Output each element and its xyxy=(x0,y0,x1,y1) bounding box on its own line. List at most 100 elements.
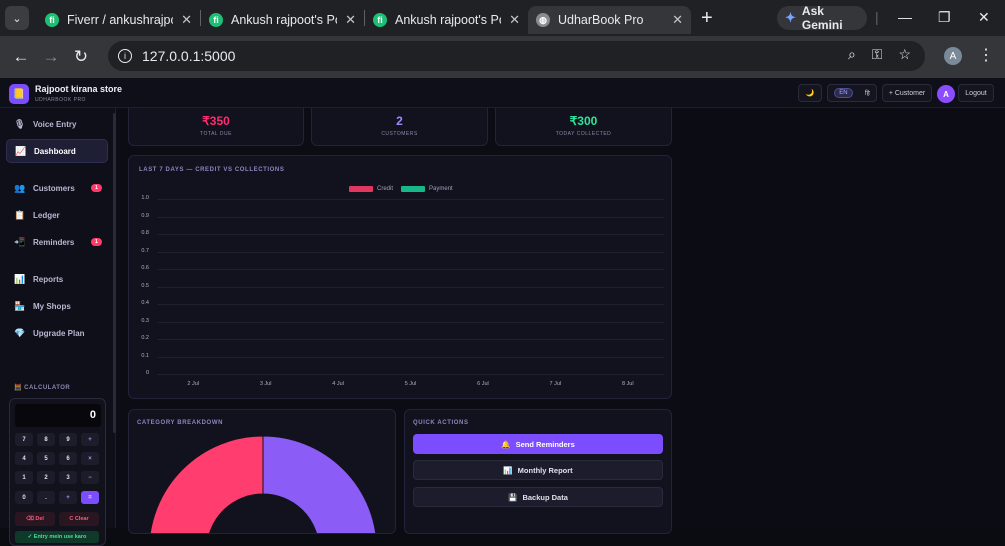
sidebar-item-label: Upgrade Plan xyxy=(33,328,85,338)
calc-key-8[interactable]: 8 xyxy=(37,433,55,446)
x-tick-label: 7 Jul xyxy=(549,381,562,387)
calc-key-3[interactable]: 3 xyxy=(59,471,77,484)
chart-gridline xyxy=(157,251,664,253)
calc-delete-button[interactable]: ⌫ Del xyxy=(15,512,55,526)
app-subtitle: UDHARBOOK PRO xyxy=(35,97,86,103)
calc-key-plus[interactable]: + xyxy=(81,433,99,446)
tab-title: UdharBook Pro xyxy=(558,13,644,27)
reload-icon[interactable]: ↻ xyxy=(66,47,96,67)
url-text[interactable]: 127.0.0.1:5000 xyxy=(142,48,235,64)
calc-key-2[interactable]: 2 xyxy=(37,471,55,484)
browser-tab[interactable]: fi Fiverr / ankushrajpoo29 ✕ xyxy=(37,6,200,34)
tab-title: Ankush rajpoot's Portfolio xyxy=(231,13,337,27)
y-tick-label: 0.2 xyxy=(141,335,149,341)
calc-use-in-entry-button[interactable]: ✓ Entry mein use karo xyxy=(15,531,99,543)
calc-clear-button[interactable]: C Clear xyxy=(59,512,99,526)
user-avatar[interactable]: A xyxy=(937,85,955,103)
kebab-menu-icon[interactable]: ⋮ xyxy=(978,45,994,65)
key-icon[interactable]: ⚿ xyxy=(872,46,883,63)
calc-key-9[interactable]: 9 xyxy=(59,433,77,446)
theme-toggle-button[interactable]: 🌙 xyxy=(798,84,822,102)
calc-key-5[interactable]: 5 xyxy=(37,452,55,465)
profile-avatar[interactable]: A xyxy=(944,47,962,65)
sidebar-item-voice-entry[interactable]: 🎙 Voice Entry xyxy=(6,113,108,135)
send-reminders-button[interactable]: 🔔 Send Reminders xyxy=(413,434,663,454)
chart-gridline xyxy=(157,356,664,358)
sidebar: 🎙 Voice Entry 📈 Dashboard 👥 Customers 1 … xyxy=(0,108,116,546)
calc-key-minus[interactable]: − xyxy=(81,471,99,484)
x-tick-label: 4 Jul xyxy=(332,381,344,387)
sidebar-scrollbar[interactable] xyxy=(113,113,116,433)
sidebar-item-label: Voice Entry xyxy=(33,119,77,129)
calc-key-multiply[interactable]: × xyxy=(81,452,99,465)
store-name: Rajpoot kirana store xyxy=(35,84,123,94)
ask-gemini-button[interactable]: ✦ Ask Gemini xyxy=(777,4,867,32)
tab-search-button[interactable]: ⌄ xyxy=(5,6,29,30)
calc-key-7[interactable]: 7 xyxy=(15,433,33,446)
site-info-icon[interactable]: i xyxy=(118,49,132,63)
calc-key-6[interactable]: 6 xyxy=(59,452,77,465)
sidebar-item-ledger[interactable]: 📋 Ledger xyxy=(6,204,108,226)
forward-icon[interactable]: → xyxy=(36,47,66,67)
calc-key-dot[interactable]: . xyxy=(37,491,55,504)
monthly-report-button[interactable]: 📊 Monthly Report xyxy=(413,460,663,480)
back-icon[interactable]: ← xyxy=(6,47,36,67)
y-tick-label: 0.1 xyxy=(141,352,149,359)
calc-key-plus-2[interactable]: + xyxy=(59,491,77,504)
calc-key-equals[interactable]: = xyxy=(81,491,99,504)
calc-key-4[interactable]: 4 xyxy=(15,452,33,465)
browser-toolbar: ← → ↻ i 127.0.0.1:5000 ⌕ ⚿ ☆ A ⋮ xyxy=(0,36,1005,78)
zoom-icon[interactable]: ⌕ xyxy=(848,46,856,63)
bell-icon: 🔔 xyxy=(501,439,511,449)
sidebar-item-my-shops[interactable]: 🏪 My Shops xyxy=(6,295,108,317)
chart-gridline xyxy=(157,339,664,340)
sidebar-item-label: Customers xyxy=(33,183,75,193)
minimize-icon[interactable]: — xyxy=(898,9,912,25)
sidebar-item-reports[interactable]: 📊 Reports xyxy=(6,268,108,290)
gemini-icon: ✦ xyxy=(785,10,796,25)
sidebar-item-label: Dashboard xyxy=(34,146,76,156)
browser-tab-active[interactable]: ◍ UdharBook Pro ✕ xyxy=(528,6,691,34)
sidebar-item-dashboard[interactable]: 📈 Dashboard xyxy=(6,139,108,163)
close-icon[interactable]: ✕ xyxy=(509,12,520,28)
sidebar-item-label: Reminders xyxy=(33,237,75,247)
restore-icon[interactable]: ❐ xyxy=(938,9,951,26)
calculator-title: 🧮 CALCULATOR xyxy=(14,384,70,391)
y-tick-label: 0.7 xyxy=(141,247,149,254)
chart-gridline xyxy=(157,304,664,305)
calc-key-1[interactable]: 1 xyxy=(15,471,33,484)
stat-card-today-collected: ₹300 TODAY COLLECTED xyxy=(495,108,672,146)
sidebar-item-label: My Shops xyxy=(33,301,71,311)
sidebar-item-label: Reports xyxy=(33,274,64,284)
chart-gridline xyxy=(157,321,664,323)
bookmark-star-icon[interactable]: ☆ xyxy=(898,46,911,63)
sidebar-item-upgrade-plan[interactable]: 💎 Upgrade Plan xyxy=(6,322,108,344)
logout-button[interactable]: Logout xyxy=(958,84,994,102)
chart-icon: 📈 xyxy=(15,145,27,156)
stat-value: ₹350 xyxy=(202,114,230,128)
y-tick-label: 1.0 xyxy=(141,195,149,201)
x-tick-label: 2 Jul xyxy=(187,381,200,387)
language-toggle[interactable]: EN हि xyxy=(827,84,877,102)
sidebar-item-customers[interactable]: 👥 Customers 1 xyxy=(6,177,108,199)
diamond-icon: 💎 xyxy=(14,327,26,338)
chart-gridline xyxy=(157,269,664,270)
sidebar-item-reminders[interactable]: 📲 Reminders 1 xyxy=(6,231,108,253)
chart-gridline xyxy=(157,286,664,288)
new-tab-button[interactable]: + xyxy=(701,7,721,30)
add-customer-button[interactable]: + Customer xyxy=(882,84,932,102)
lang-hi-option[interactable]: हि xyxy=(865,89,870,97)
stat-value: 2 xyxy=(396,114,403,128)
close-icon[interactable]: ✕ xyxy=(345,12,356,28)
calc-key-0[interactable]: 0 xyxy=(15,491,33,504)
browser-tab[interactable]: fi Ankush rajpoot's Portfolio ✕ xyxy=(201,6,364,34)
customers-badge: 1 xyxy=(91,184,102,192)
lang-en-option[interactable]: EN xyxy=(834,88,853,98)
close-icon[interactable]: ✕ xyxy=(672,12,683,28)
window-close-icon[interactable]: ✕ xyxy=(978,9,990,26)
backup-data-button[interactable]: 💾 Backup Data xyxy=(413,487,663,507)
close-icon[interactable]: ✕ xyxy=(181,12,192,28)
donut-slice-red xyxy=(149,435,264,533)
address-bar[interactable]: i 127.0.0.1:5000 ⌕ ⚿ ☆ xyxy=(108,41,925,71)
browser-tab[interactable]: fi Ankush rajpoot's Portfolio ✕ xyxy=(365,6,528,34)
